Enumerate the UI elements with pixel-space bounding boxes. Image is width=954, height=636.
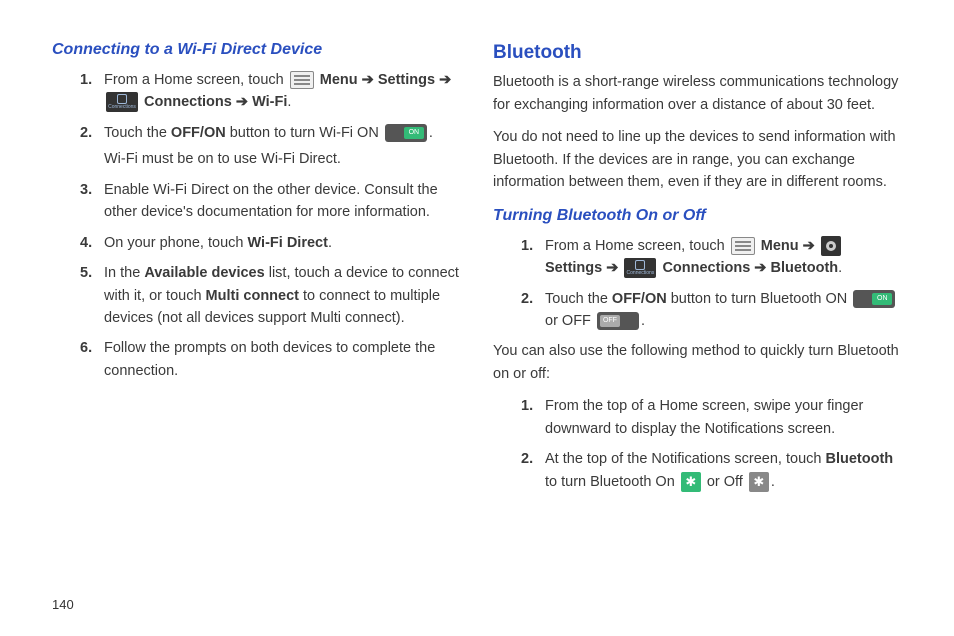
bluetooth-off-icon: ✱ bbox=[749, 472, 769, 492]
menu-icon bbox=[731, 237, 755, 255]
connections-icon: Connections bbox=[624, 258, 656, 278]
toggle-on-icon bbox=[853, 290, 895, 308]
toggle-off-icon bbox=[597, 312, 639, 330]
menu-icon bbox=[290, 71, 314, 89]
page-number: 140 bbox=[52, 597, 74, 612]
wifi-direct-heading: Connecting to a Wi-Fi Direct Device bbox=[52, 38, 461, 63]
step-3: 3. Enable Wi-Fi Direct on the other devi… bbox=[80, 179, 461, 224]
right-column: Bluetooth Bluetooth is a short-range wir… bbox=[493, 38, 902, 616]
toggle-on-icon bbox=[385, 124, 427, 142]
wifi-direct-steps: 1. From a Home screen, touch Menu ➔ Sett… bbox=[52, 69, 461, 383]
step-1: 1. From a Home screen, touch Menu ➔ Sett… bbox=[80, 69, 461, 114]
settings-icon bbox=[821, 236, 841, 256]
step-5: 5. In the Available devices list, touch … bbox=[80, 262, 461, 329]
bluetooth-steps-a: 1. From a Home screen, touch Menu ➔ Sett… bbox=[493, 235, 902, 333]
bt-step-1: 1. From a Home screen, touch Menu ➔ Sett… bbox=[521, 235, 902, 280]
bt-alt-step-2: 2. At the top of the Notifications scree… bbox=[521, 448, 902, 493]
bt-step-2: 2. Touch the OFF/ON button to turn Bluet… bbox=[521, 288, 902, 333]
bluetooth-onoff-heading: Turning Bluetooth On or Off bbox=[493, 204, 902, 229]
step-2: 2. Touch the OFF/ON button to turn Wi-Fi… bbox=[80, 122, 461, 171]
bluetooth-on-icon: ✱ bbox=[681, 472, 701, 492]
bt-alt-step-1: 1. From the top of a Home screen, swipe … bbox=[521, 395, 902, 440]
bluetooth-steps-b: 1. From the top of a Home screen, swipe … bbox=[493, 395, 902, 493]
connections-icon: Connections bbox=[106, 92, 138, 112]
bluetooth-heading: Bluetooth bbox=[493, 38, 902, 67]
left-column: Connecting to a Wi-Fi Direct Device 1. F… bbox=[52, 38, 461, 616]
bluetooth-intro-1: Bluetooth is a short-range wireless comm… bbox=[493, 71, 902, 116]
bluetooth-intro-2: You do not need to line up the devices t… bbox=[493, 126, 902, 193]
bluetooth-also: You can also use the following method to… bbox=[493, 340, 902, 385]
step-6: 6. Follow the prompts on both devices to… bbox=[80, 337, 461, 382]
step-4: 4. On your phone, touch Wi-Fi Direct. bbox=[80, 232, 461, 254]
